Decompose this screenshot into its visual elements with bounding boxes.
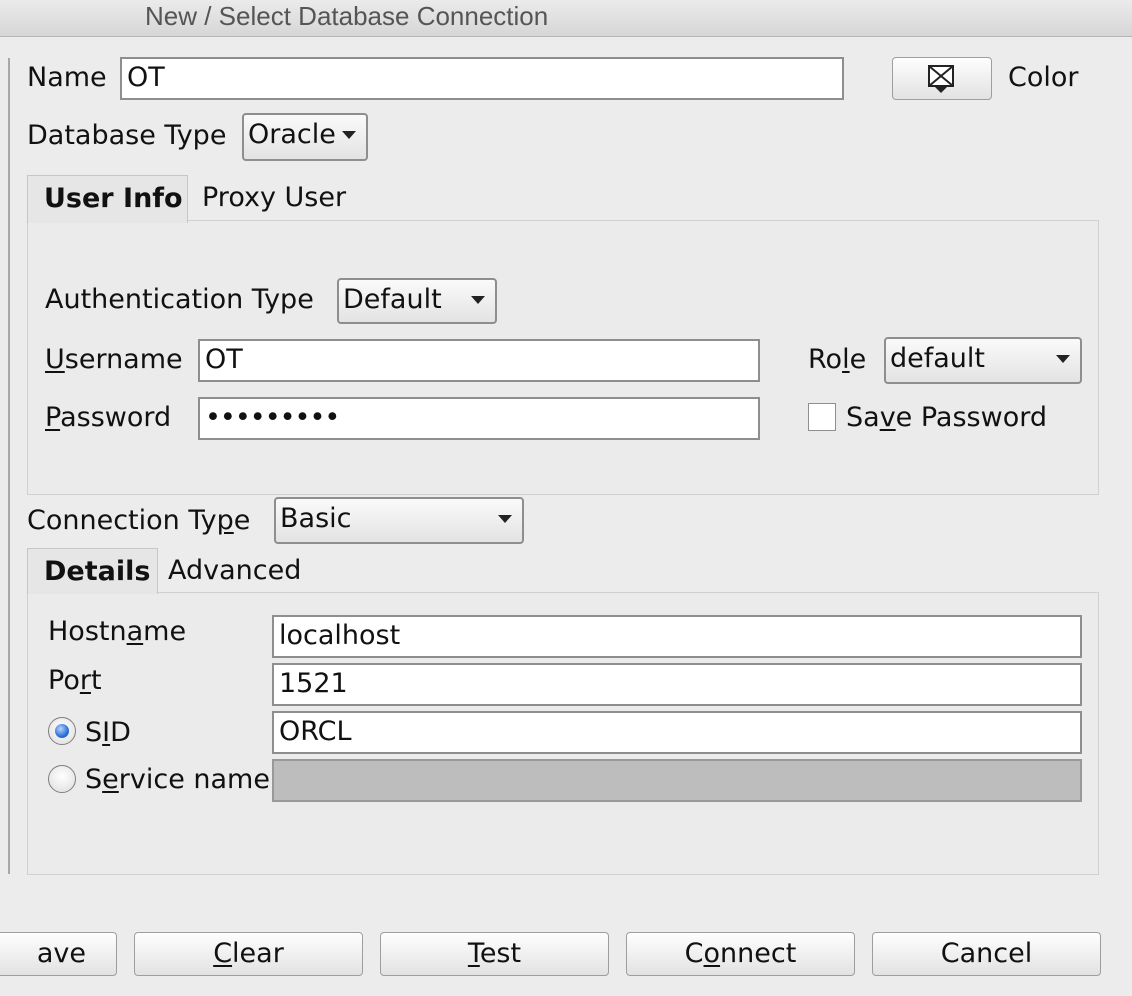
tab-advanced[interactable]: Advanced bbox=[152, 548, 317, 594]
tab-user-info[interactable]: User Info bbox=[27, 175, 188, 223]
chevron-down-icon bbox=[342, 131, 356, 139]
port-label: Port bbox=[48, 665, 102, 696]
service-name-radio[interactable] bbox=[48, 765, 76, 793]
password-input[interactable]: ••••••••• bbox=[198, 397, 760, 440]
chevron-down-icon bbox=[1056, 355, 1070, 363]
window-title-bar: New / Select Database Connection bbox=[0, 0, 1132, 37]
hostname-input[interactable]: localhost bbox=[272, 615, 1082, 658]
database-type-select[interactable]: Oracle bbox=[242, 113, 368, 161]
service-name-input bbox=[272, 759, 1082, 802]
service-name-label[interactable]: Service name bbox=[85, 763, 270, 797]
window-title: New / Select Database Connection bbox=[145, 1, 549, 31]
chevron-down-icon bbox=[471, 296, 485, 304]
role-label: Role bbox=[808, 344, 867, 375]
connect-button[interactable]: Connect bbox=[626, 932, 855, 976]
role-value: default bbox=[890, 343, 986, 374]
database-type-value: Oracle bbox=[248, 119, 336, 150]
role-select[interactable]: default bbox=[884, 337, 1082, 384]
authentication-type-label: Authentication Type bbox=[45, 284, 314, 315]
connection-type-value: Basic bbox=[280, 503, 352, 534]
database-type-label: Database Type bbox=[27, 120, 227, 151]
hostname-label: Hostname bbox=[48, 616, 187, 647]
tab-proxy-user[interactable]: Proxy User bbox=[186, 175, 362, 223]
cancel-button[interactable]: Cancel bbox=[872, 932, 1101, 976]
sid-label[interactable]: SID bbox=[85, 716, 131, 750]
connection-type-select[interactable]: Basic bbox=[274, 497, 524, 544]
save-password-label[interactable]: Save Password bbox=[846, 401, 1047, 435]
chevron-down-icon bbox=[498, 515, 512, 523]
radio-selected-dot bbox=[55, 724, 69, 738]
color-label: Color bbox=[1008, 62, 1079, 93]
authentication-type-select[interactable]: Default bbox=[337, 278, 497, 324]
clear-button[interactable]: Clear bbox=[134, 932, 363, 976]
color-picker-button[interactable] bbox=[892, 57, 992, 100]
sid-radio[interactable] bbox=[48, 717, 76, 745]
save-button[interactable]: ave bbox=[0, 932, 117, 976]
username-input[interactable]: OT bbox=[198, 339, 760, 382]
connection-type-label: Connection Type bbox=[27, 505, 251, 536]
color-picker-icon bbox=[928, 65, 954, 93]
test-button[interactable]: Test bbox=[380, 932, 609, 976]
name-label: Name bbox=[27, 62, 107, 93]
authentication-type-value: Default bbox=[343, 284, 442, 315]
connection-name-input[interactable]: OT bbox=[120, 57, 844, 100]
password-label: Password bbox=[45, 402, 172, 433]
port-input[interactable]: 1521 bbox=[272, 663, 1082, 706]
tab-details[interactable]: Details bbox=[27, 548, 158, 594]
sid-input[interactable]: ORCL bbox=[272, 711, 1082, 754]
window-left-edge bbox=[8, 58, 10, 874]
save-password-checkbox[interactable] bbox=[808, 403, 836, 431]
username-label: Username bbox=[45, 344, 183, 375]
